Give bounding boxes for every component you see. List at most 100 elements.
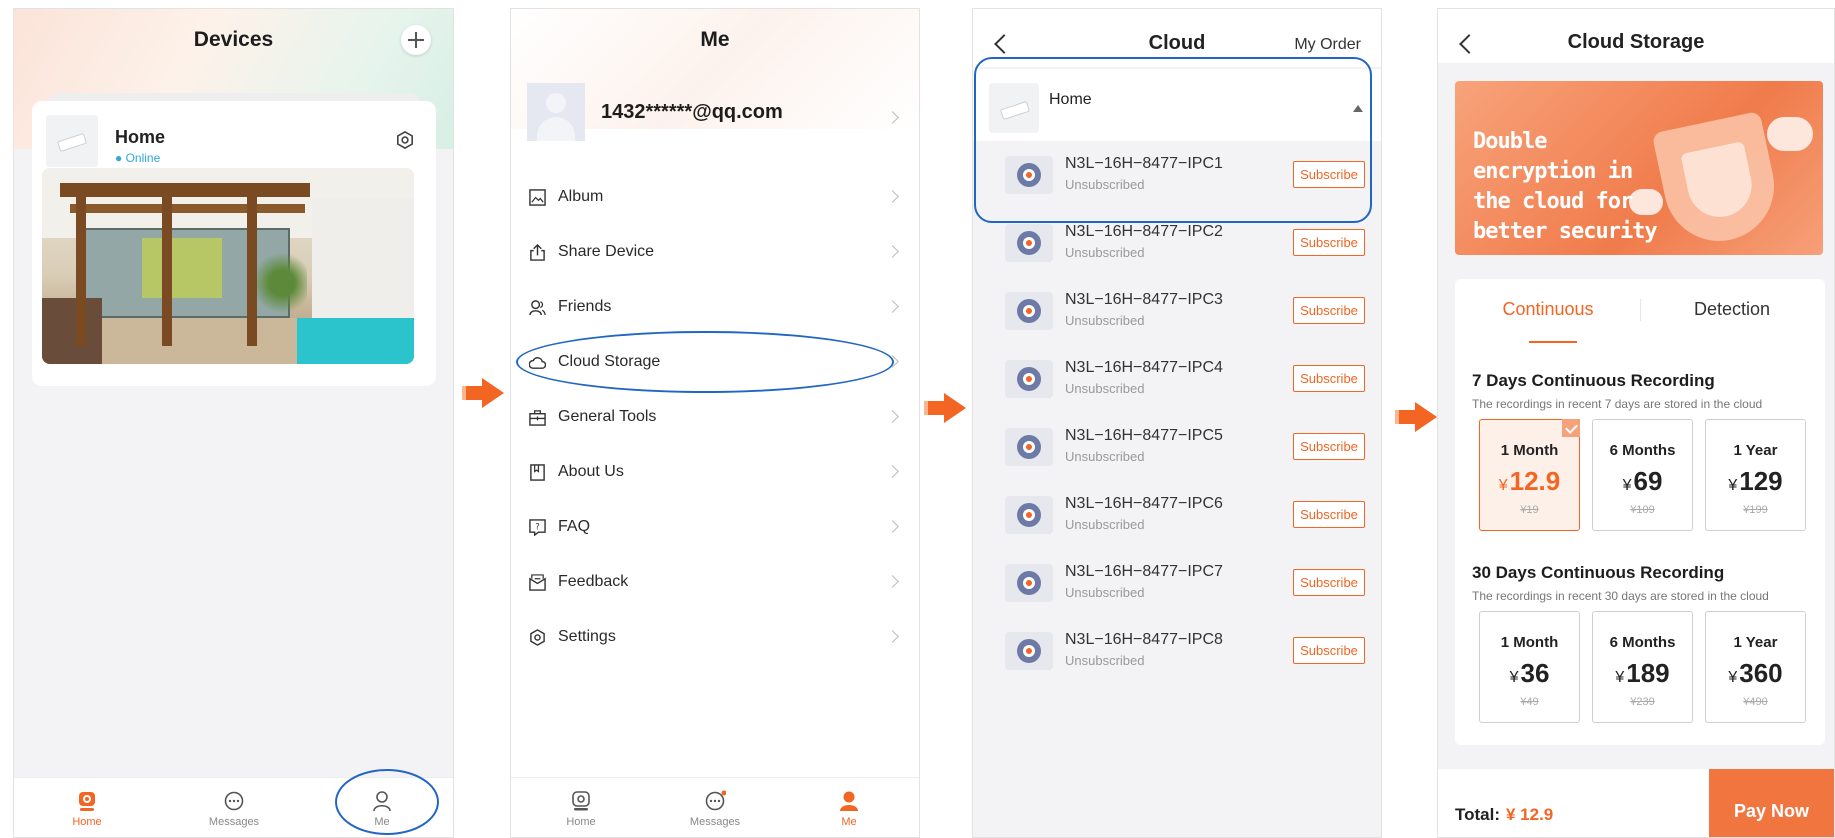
device-name: Home: [115, 127, 166, 147]
camera-name: N3L−16H−8477−IPC5: [1065, 427, 1223, 444]
currency-symbol: ¥: [1509, 669, 1519, 686]
settings-icon[interactable]: [396, 131, 414, 149]
check-icon: [1562, 419, 1580, 437]
menu-item-feedback[interactable]: Feedback: [511, 562, 919, 602]
menu-item-settings[interactable]: Settings: [511, 617, 919, 657]
camera-name: N3L−16H−8477−IPC6: [1065, 495, 1223, 512]
step-arrow-icon: [924, 393, 968, 423]
section-description: The recordings in recent 7 days are stor…: [1472, 397, 1763, 411]
subscribe-button[interactable]: Subscribe: [1293, 569, 1365, 596]
camera-icon: [1005, 496, 1053, 534]
camera-row[interactable]: N3L−16H−8477−IPC6 Unsubscribed Subscribe: [973, 481, 1381, 549]
tab-messages[interactable]: Messages: [194, 790, 274, 828]
tab-label: Messages: [689, 816, 741, 828]
subscribe-button[interactable]: Subscribe: [1293, 297, 1365, 324]
plan-price: ¥12.9: [1480, 466, 1579, 497]
plan-option[interactable]: 1 Month ¥36 ¥49: [1479, 611, 1580, 723]
device-card[interactable]: Home ● Online: [32, 101, 436, 386]
plan-option[interactable]: 1 Month ¥12.9 ¥19: [1479, 419, 1580, 531]
account-email[interactable]: 1432******@qq.com: [601, 101, 783, 124]
tab-home[interactable]: Home: [47, 790, 127, 828]
tab-home[interactable]: Home: [541, 790, 621, 828]
camera-row[interactable]: N3L−16H−8477−IPC7 Unsubscribed Subscribe: [973, 549, 1381, 617]
menu-item-about-us[interactable]: About Us: [511, 452, 919, 492]
plan-option[interactable]: 6 Months ¥69 ¥109: [1592, 419, 1693, 531]
section-description: The recordings in recent 30 days are sto…: [1472, 589, 1769, 603]
menu-item-faq[interactable]: ? FAQ: [511, 507, 919, 547]
highlight-me-tab: [335, 769, 439, 835]
cloud-screen: Cloud My Order Home N3L−16H−8477−IPC1 Uns…: [972, 8, 1382, 838]
menu-label: Settings: [558, 628, 616, 645]
me-icon: [840, 791, 858, 811]
plan-panel: Continuous Detection 7 Days Continuous R…: [1455, 279, 1825, 745]
plan-option[interactable]: 1 Year ¥129 ¥199: [1705, 419, 1806, 531]
menu-item-general-tools[interactable]: General Tools: [511, 397, 919, 437]
camera-row[interactable]: N3L−16H−8477−IPC4 Unsubscribed Subscribe: [973, 345, 1381, 413]
subscribe-button[interactable]: Subscribe: [1293, 365, 1365, 392]
subscribe-button[interactable]: Subscribe: [1293, 637, 1365, 664]
subscribe-button[interactable]: Subscribe: [1293, 433, 1365, 460]
avatar[interactable]: [527, 83, 585, 141]
plan-price-value: 12.9: [1509, 466, 1561, 496]
plan-period: 1 Month: [1500, 634, 1559, 651]
cloud-storage-screen: Cloud Storage Double encryption in the c…: [1437, 8, 1835, 838]
menu-item-share-device[interactable]: Share Device: [511, 232, 919, 272]
camera-icon: [1005, 360, 1053, 398]
camera-name: N3L−16H−8477−IPC8: [1065, 631, 1223, 648]
camera-icon: [1005, 564, 1053, 602]
menu-item-friends[interactable]: Friends: [511, 287, 919, 327]
tab-continuous[interactable]: Continuous: [1463, 299, 1633, 320]
home-tab-icon: [79, 792, 95, 811]
chevron-right-icon: [886, 630, 899, 643]
plan-price: ¥36: [1480, 658, 1579, 689]
toolbox-icon: [529, 410, 546, 426]
total-label: Total:: [1455, 805, 1501, 824]
home-tab-icon: [572, 791, 590, 811]
tab-messages[interactable]: Messages: [675, 790, 755, 828]
chevron-right-icon: [886, 300, 899, 313]
plan-option[interactable]: 1 Year ¥360 ¥490: [1705, 611, 1806, 723]
plan-period: 6 Months: [1609, 442, 1676, 459]
plan-price: ¥69: [1593, 466, 1692, 497]
page-title: Me: [700, 28, 730, 51]
menu-item-album[interactable]: Album: [511, 177, 919, 217]
pay-now-button[interactable]: Pay Now: [1709, 769, 1834, 837]
plan-price: ¥129: [1706, 466, 1805, 497]
camera-name: N3L−16H−8477−IPC4: [1065, 359, 1223, 376]
highlight-first-camera: [974, 57, 1372, 223]
plan-price-value: 36: [1520, 658, 1550, 688]
camera-row[interactable]: N3L−16H−8477−IPC3 Unsubscribed Subscribe: [973, 277, 1381, 345]
plan-period: 1 Year: [1733, 634, 1778, 651]
plan-price-value: 129: [1739, 466, 1783, 496]
camera-status: Unsubscribed: [1065, 381, 1145, 396]
plan-original-price: ¥199: [1743, 504, 1768, 516]
my-order-link[interactable]: My Order: [1294, 36, 1361, 54]
chevron-right-icon: [886, 465, 899, 478]
camera-row[interactable]: N3L−16H−8477−IPC5 Unsubscribed Subscribe: [973, 413, 1381, 481]
tab-detection[interactable]: Detection: [1647, 299, 1817, 320]
plan-price-value: 69: [1633, 466, 1663, 496]
menu-label: FAQ: [558, 518, 591, 535]
plan-option[interactable]: 6 Months ¥189 ¥239: [1592, 611, 1693, 723]
plan-price: ¥189: [1593, 658, 1692, 689]
feedback-icon: [529, 574, 546, 591]
add-device-button[interactable]: [401, 25, 431, 55]
me-screen: Me 1432******@qq.com Album Share Device …: [510, 8, 920, 838]
tab-label: Messages: [208, 816, 260, 828]
step-arrow-icon: [1395, 402, 1439, 432]
camera-snapshot[interactable]: [42, 168, 414, 364]
tab-bar: Home Messages Me: [511, 777, 919, 837]
chevron-right-icon: [886, 190, 899, 203]
camera-status: Unsubscribed: [1065, 449, 1145, 464]
currency-symbol: ¥: [1622, 477, 1632, 494]
subscribe-button[interactable]: Subscribe: [1293, 229, 1365, 256]
settings-icon: [530, 629, 545, 646]
camera-row[interactable]: N3L−16H−8477−IPC8 Unsubscribed Subscribe: [973, 617, 1381, 685]
friends-icon: [529, 300, 546, 316]
banner-text: Double encryption in the cloud for bette…: [1473, 129, 1658, 244]
subscribe-button[interactable]: Subscribe: [1293, 501, 1365, 528]
tab-me[interactable]: Me: [809, 790, 889, 828]
menu-label: Album: [558, 188, 604, 205]
highlight-cloud-storage: [516, 331, 894, 393]
camera-icon: [1005, 292, 1053, 330]
